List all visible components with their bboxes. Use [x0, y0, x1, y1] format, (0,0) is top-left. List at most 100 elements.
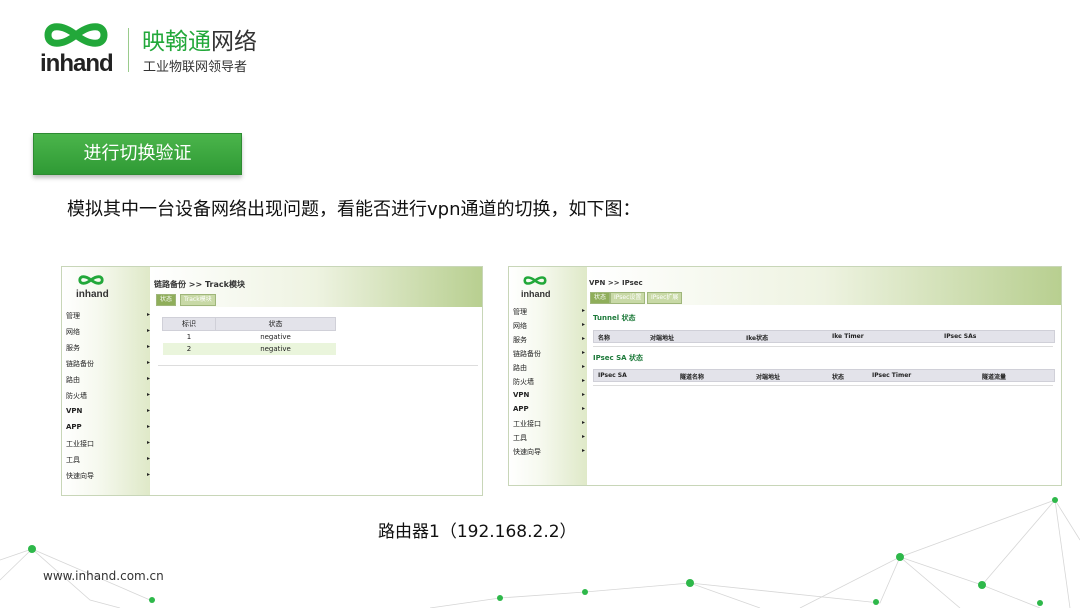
mini-logo: inhand	[76, 273, 109, 300]
tunnel-status-title: Tunnel 状态	[593, 314, 636, 322]
menu-item-label: APP	[66, 423, 82, 431]
arrow-right-icon: ▸	[581, 391, 585, 398]
column-header: 对端地址	[756, 374, 781, 381]
column-header: IPsec SA	[598, 372, 627, 379]
column-header: 状态	[832, 374, 845, 381]
arrow-right-icon: ▸	[581, 377, 585, 384]
arrow-right-icon: ▸	[146, 343, 150, 350]
column-header: Ike状态	[746, 335, 769, 342]
menu-item-label: VPN	[66, 407, 83, 415]
divider	[593, 346, 1053, 347]
arrow-right-icon: ▸	[581, 405, 585, 412]
sa-table-header: IPsec SA 隧道名称 对端地址 状态 IPsec Timer 隧道流量	[593, 369, 1055, 382]
side-menu: 管理 ▸ 网络 ▸ 服务 ▸ 链路备份 ▸ 路由 ▸ 防火墙 ▸ VPN ▸ APP ▸ 工业接…	[513, 307, 585, 461]
arrow-right-icon: ▸	[146, 455, 150, 462]
arrow-right-icon: ▸	[581, 447, 585, 454]
arrow-right-icon: ▸	[146, 391, 150, 398]
menu-item-label: 防火墙	[66, 392, 87, 400]
table-cell: negative	[260, 345, 291, 353]
menu-item-management[interactable]: 管理 ▸	[66, 311, 150, 327]
menu-item-link-backup[interactable]: 链路备份 ▸	[66, 359, 150, 375]
logo-text: inhand	[40, 50, 114, 77]
menu-item-wizard[interactable]: 快速向导 ▸	[513, 447, 585, 461]
menu-item-label: 快速向导	[513, 448, 541, 456]
menu-item-industrial[interactable]: 工业接口 ▸	[513, 419, 585, 433]
column-header: IPsec Timer	[872, 372, 912, 379]
tab-track-module[interactable]: Track模块	[180, 294, 216, 306]
section-heading: 进行切换验证	[33, 133, 242, 175]
tunnel-table-header: 名称 对端地址 Ike状态 Ike Timer IPsec SAs	[593, 330, 1055, 343]
arrow-right-icon: ▸	[581, 307, 585, 314]
arrow-right-icon: ▸	[146, 439, 150, 446]
menu-item-tools[interactable]: 工具 ▸	[66, 455, 150, 471]
menu-item-services[interactable]: 服务 ▸	[513, 335, 585, 349]
table-cell: 1	[186, 333, 192, 341]
menu-item-label: 管理	[513, 308, 527, 316]
arrow-right-icon: ▸	[146, 407, 150, 414]
menu-item-tools[interactable]: 工具 ▸	[513, 433, 585, 447]
arrow-right-icon: ▸	[581, 363, 585, 370]
arrow-right-icon: ▸	[581, 433, 585, 440]
menu-item-app[interactable]: APP ▸	[66, 423, 150, 439]
tab-ipsec-settings[interactable]: IPsec设置	[610, 292, 646, 304]
menu-item-vpn[interactable]: VPN ▸	[66, 407, 150, 423]
menu-item-firewall[interactable]: 防火墙 ▸	[513, 377, 585, 391]
table-row: 2 negative	[162, 343, 336, 355]
table-header-row: 标识 状态	[162, 317, 336, 331]
logo-symbol-icon	[44, 23, 108, 47]
column-header: 对端地址	[650, 335, 675, 342]
column-header: 状态	[215, 317, 336, 331]
menu-item-label: 工业接口	[513, 420, 541, 428]
menu-item-app[interactable]: APP ▸	[513, 405, 585, 419]
tab-status[interactable]: 状态	[156, 294, 177, 306]
track-status-table: 标识 状态 1 negative 2 negative	[162, 317, 336, 355]
menu-item-label: 路由	[513, 364, 527, 372]
divider	[158, 365, 478, 366]
tab-status[interactable]: 状态	[590, 292, 611, 304]
ipsec-sa-status-title: IPsec SA 状态	[593, 354, 644, 362]
description-text: 模拟其中一台设备网络出现问题，看能否进行vpn通道的切换，如下图：	[67, 199, 641, 220]
arrow-right-icon: ▸	[581, 349, 585, 356]
arrow-right-icon: ▸	[146, 375, 150, 382]
column-header: 名称	[598, 335, 611, 342]
arrow-right-icon: ▸	[146, 359, 150, 366]
menu-item-link-backup[interactable]: 链路备份 ▸	[513, 349, 585, 363]
menu-item-vpn[interactable]: VPN ▸	[513, 391, 585, 405]
menu-item-routing[interactable]: 路由 ▸	[66, 375, 150, 391]
router-caption: 路由器1（192.168.2.2）	[378, 522, 577, 542]
menu-item-network[interactable]: 网络 ▸	[513, 321, 585, 335]
logo-symbol-icon	[78, 275, 104, 285]
menu-item-wizard[interactable]: 快速向导 ▸	[66, 471, 150, 487]
arrow-right-icon: ▸	[146, 471, 150, 478]
brand-name-gray: 网络	[211, 29, 257, 55]
breadcrumb: 链路备份 >> Track模块	[154, 280, 245, 289]
menu-item-network[interactable]: 网络 ▸	[66, 327, 150, 343]
tab-ipsec-extension[interactable]: IPsec扩展	[647, 292, 683, 304]
brand-slogan: 工业物联网领导者	[143, 60, 248, 75]
menu-item-management[interactable]: 管理 ▸	[513, 307, 585, 321]
table-row: 1 negative	[163, 331, 336, 344]
mini-logo-text: inhand	[521, 289, 551, 299]
menu-item-label: 服务	[66, 344, 80, 352]
arrow-right-icon: ▸	[146, 311, 150, 318]
menu-item-label: 网络	[66, 328, 80, 336]
inhand-logo: inhand	[40, 20, 120, 84]
column-header: 隧道名称	[680, 374, 705, 381]
menu-item-firewall[interactable]: 防火墙 ▸	[66, 391, 150, 407]
arrow-right-icon: ▸	[581, 419, 585, 426]
router-screenshot-ipsec: inhand 管理 ▸ 网络 ▸ 服务 ▸ 链路备份 ▸ 路由 ▸ 防火墙 ▸ VPN ▸ A…	[508, 266, 1062, 486]
side-menu: 管理 ▸ 网络 ▸ 服务 ▸ 链路备份 ▸ 路由 ▸ 防火墙 ▸ VPN ▸ APP ▸ 工业接…	[66, 311, 150, 487]
divider	[593, 385, 1053, 386]
router-screenshot-track: inhand 管理 ▸ 网络 ▸ 服务 ▸ 链路备份 ▸ 路由 ▸ 防火墙 ▸ VPN ▸ A…	[61, 266, 483, 496]
logo-symbol-icon	[523, 276, 547, 285]
menu-item-routing[interactable]: 路由 ▸	[513, 363, 585, 377]
menu-item-label: 链路备份	[513, 350, 541, 358]
table-cell: 2	[186, 345, 192, 353]
menu-item-label: 工具	[513, 434, 527, 442]
website-url: www.inhand.com.cn	[43, 569, 164, 583]
mini-logo-text: inhand	[76, 289, 109, 300]
table-cell: negative	[260, 333, 291, 341]
column-header: IPsec SAs	[944, 333, 977, 340]
menu-item-industrial[interactable]: 工业接口 ▸	[66, 439, 150, 455]
menu-item-services[interactable]: 服务 ▸	[66, 343, 150, 359]
